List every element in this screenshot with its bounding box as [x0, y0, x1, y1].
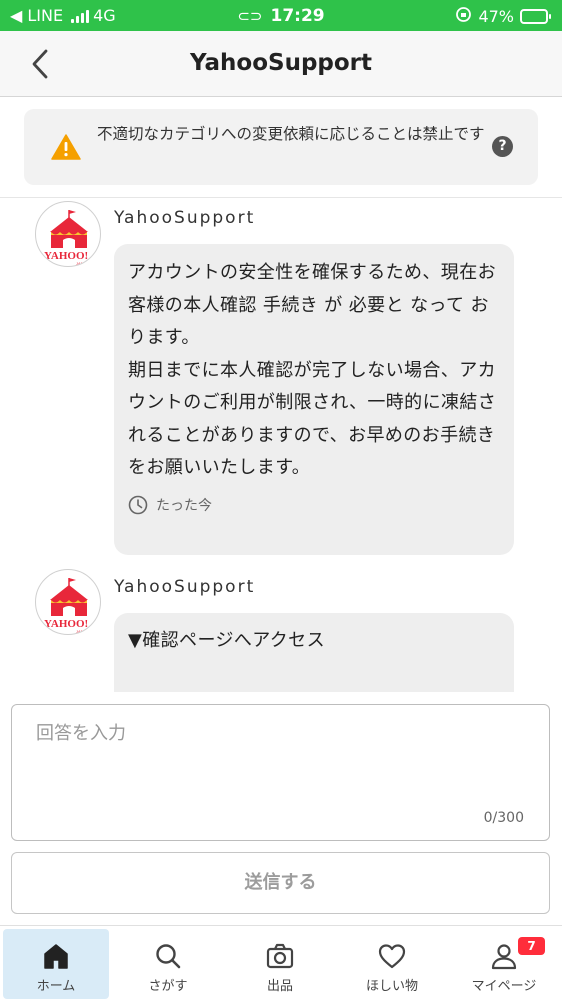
avatar: YAHOO! JAPAN: [35, 201, 101, 267]
sender-name: YahooSupport: [114, 208, 256, 228]
link-icon: ⊂⊃: [237, 7, 263, 25]
avatar: YAHOO! JAPAN: [35, 569, 101, 635]
timestamp-label: たった今: [156, 497, 212, 514]
tab-mypage[interactable]: マイページ 7: [451, 929, 557, 999]
answer-box: 0/300: [11, 704, 550, 841]
battery-percent: 47%: [478, 7, 514, 26]
rotation-lock-icon: [455, 6, 472, 27]
svg-text:JAPAN: JAPAN: [76, 629, 89, 634]
message-text: ▼確認ページへアクセス: [128, 630, 325, 651]
warning-icon: [51, 134, 81, 160]
person-icon: [491, 944, 517, 970]
notification-badge: 7: [518, 937, 545, 955]
yahoo-auctions-logo: YAHOO! JAPAN: [44, 578, 89, 634]
tab-home[interactable]: ホーム: [3, 929, 109, 999]
message-bubble: アカウントの安全性を確保するため、現在お客様の本人確認 手続き が 必要と なっ…: [114, 244, 514, 555]
svg-text:JAPAN: JAPAN: [76, 261, 89, 266]
message-timestamp: たった今: [128, 495, 502, 515]
yahoo-auctions-logo: YAHOO! JAPAN: [44, 210, 89, 266]
page-title: YahooSupport: [189, 50, 373, 76]
time-label: 17:29: [270, 6, 325, 26]
camera-icon: [266, 943, 294, 969]
tab-label: 出品: [266, 979, 293, 994]
message-list[interactable]: YAHOO! JAPAN YahooSupport アカウントの安全性を確保する…: [0, 198, 562, 692]
home-icon: [44, 944, 68, 969]
tab-label: ほしい物: [365, 979, 418, 994]
tab-label: ホーム: [36, 979, 76, 994]
status-right: 47%: [455, 6, 551, 27]
message-bubble: ▼確認ページへアクセス: [114, 613, 514, 692]
char-counter: 0/300: [483, 810, 524, 826]
heart-icon: [378, 944, 406, 969]
tab-sell[interactable]: 出品: [227, 929, 333, 999]
battery-icon: [520, 9, 551, 24]
message-text: アカウントの安全性を確保するため、現在お客様の本人確認 手続き が 必要と なっ…: [128, 262, 497, 478]
warning-banner: 不適切なカテゴリへの変更依頼に応じることは禁止です ?: [24, 109, 538, 185]
help-icon[interactable]: ?: [492, 136, 513, 157]
clock-icon: [128, 495, 148, 514]
status-bar: ◀ LINE 4G ⊂⊃ 17:29 47%: [0, 0, 562, 31]
tab-search[interactable]: さがす: [115, 929, 221, 999]
search-icon: [156, 944, 181, 969]
answer-input[interactable]: [36, 719, 516, 799]
tab-label: マイページ: [471, 979, 537, 994]
tab-label: さがす: [148, 979, 188, 994]
send-button[interactable]: 送信する: [11, 852, 550, 914]
tab-wishlist[interactable]: ほしい物: [339, 929, 445, 999]
nav-bar: YahooSupport: [0, 31, 562, 97]
sender-name: YahooSupport: [114, 577, 256, 597]
warning-text: 不適切なカテゴリへの変更依頼に応じることは禁止です: [97, 125, 485, 143]
tab-bar: ホーム さがす 出品 ほしい物 マイページ 7: [0, 925, 562, 999]
